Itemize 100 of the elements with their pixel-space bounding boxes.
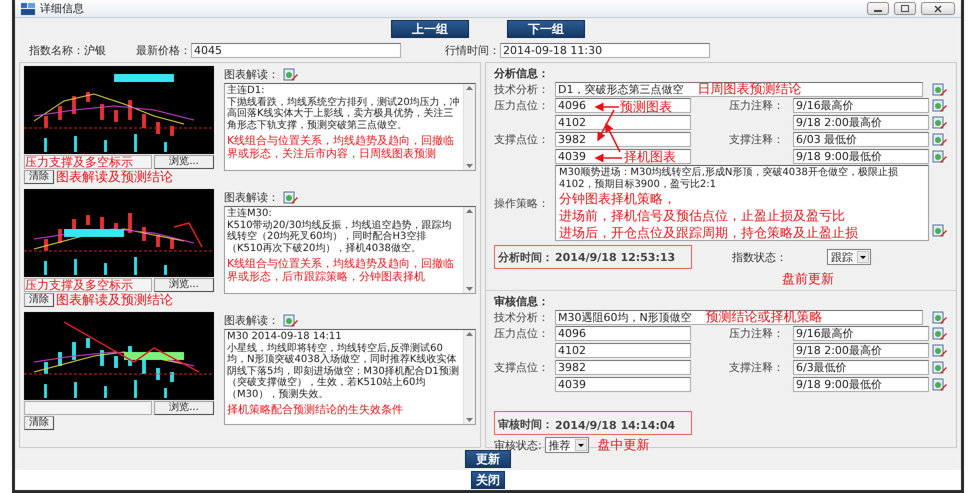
edit-icon[interactable]	[283, 190, 298, 204]
browse-button[interactable]: 浏览...	[154, 155, 214, 169]
edit-icon[interactable]	[932, 132, 947, 146]
field-label: 压力点位：	[494, 326, 550, 341]
file-path-field[interactable]	[24, 401, 152, 415]
comment-field[interactable]: 9/16最高价	[793, 326, 929, 341]
edit-icon[interactable]	[932, 310, 947, 324]
price-level-field[interactable]: 3982	[555, 132, 691, 147]
scroll-up-icon[interactable]	[466, 86, 473, 90]
price-level-field[interactable]: 4039	[555, 377, 691, 392]
price-level-field[interactable]: 4102	[555, 115, 691, 130]
section-title: 分析信息：	[494, 66, 550, 81]
annotation: 进场前，择机信号及预估点位，止盈止损及盈亏比	[559, 209, 846, 224]
clear-button[interactable]: 清除	[24, 293, 54, 307]
price-level-field[interactable]: 3982	[555, 360, 691, 375]
field-label: 支撑注释：	[729, 132, 785, 147]
annotation: 预测结论或择机策略	[706, 311, 823, 324]
edit-icon[interactable]	[932, 344, 947, 358]
clear-button[interactable]: 清除	[24, 170, 54, 184]
time-value: 2014/9/18 14:14:04	[555, 419, 676, 432]
edit-icon[interactable]	[932, 98, 947, 112]
edit-icon[interactable]	[932, 360, 947, 374]
scrollbar[interactable]	[463, 84, 475, 170]
close-button[interactable]	[921, 2, 955, 15]
time-label: 分析时间：	[498, 250, 553, 264]
nav-button[interactable]: 上一组	[391, 20, 469, 38]
field-label: 支撑注释：	[729, 360, 785, 375]
market-time-field[interactable]: 2014-09-18 11:30	[500, 42, 710, 58]
edit-icon[interactable]	[932, 150, 947, 164]
scroll-down-icon[interactable]	[466, 164, 473, 168]
edit-icon[interactable]	[932, 326, 947, 340]
annotation: 择机策略配合预测结论的生失效条件	[227, 403, 404, 416]
field-label: 技术分析：	[494, 310, 550, 325]
annotation: K线组合与位置关系，均线趋势及趋向，回撤临界或形态，关注后市内容，日周线图表预测	[227, 134, 456, 160]
annotation: K线组合与位置关系，均线趋势及趋向，回撤临界或形态，后市跟踪策略，分钟图表择机	[227, 257, 456, 283]
time-label: 审核时间：	[498, 417, 553, 432]
price-label: 最新价格：	[136, 42, 191, 58]
comment-field[interactable]: 6/3最低价	[793, 360, 929, 375]
price-level-field[interactable]: 4096	[555, 326, 691, 341]
status-select[interactable]: 跟踪	[827, 249, 871, 265]
strategy-text-area[interactable]: M30顺势进场：M30均线转空后,形成N形顶，突破4038开仓做空，极限止损4102，预期目标3900，盈亏比2:1 分钟图表择机策略， 进场前，择机信号及预估点位，止盈止损及盈亏比 进场后，开仓点位及跟踪周期，持仓策略及止盈止损	[555, 165, 929, 241]
chart-notes-label: 图表解读：	[224, 67, 279, 82]
field-label: 支撑点位：	[494, 360, 550, 375]
file-path-field[interactable]: 压力支撑及多空标示	[24, 155, 152, 169]
chart-notes-text-area[interactable]: 主连M30: K510带动20/30均线反振，均线追空趋势，跟踪均线转空（20均死叉60均），同时配合H3空排（K510再次下破20均），择机4038做空。 K线组合与位置关系，均线趋势及趋向，回撤临界或形态，后市跟踪策略，分钟图表择机	[224, 206, 476, 294]
annotation: 图表解读及预测结论	[56, 169, 173, 186]
index-name-label: 指数名称：	[29, 42, 84, 58]
nav-button[interactable]: 下一组	[507, 20, 585, 38]
comment-field[interactable]: 9/18 9:00最低价	[793, 377, 929, 392]
update-button[interactable]: 更新	[465, 450, 511, 468]
chart-notes-label: 图表解读：	[224, 313, 279, 328]
scroll-up-icon[interactable]	[466, 332, 473, 336]
comment-field[interactable]: 9/18 2:00最高价	[793, 115, 929, 130]
chart-notes-text: 主连D1: 下抛线看跌，均线系统空方排列，测试20均压力，冲高回落K线实体大于上影线，卖方极具优势，关注三角形态下轨支撑，预测突破第三点做空。	[227, 85, 461, 131]
edit-icon[interactable]	[932, 82, 947, 96]
annotation: 盘中更新	[598, 437, 650, 454]
edit-icon[interactable]	[932, 224, 947, 238]
maximize-icon	[901, 5, 909, 12]
browse-button[interactable]: 浏览...	[154, 401, 214, 415]
minimize-button[interactable]	[867, 2, 889, 15]
annotation: 择机图表	[624, 149, 676, 166]
edit-icon[interactable]	[932, 116, 947, 130]
strategy-text: M30顺势进场：M30均线转空后,形成N形顶，突破4038开仓做空，极限止损4102，预期目标3900，盈亏比2:1	[559, 167, 899, 190]
edit-icon[interactable]	[283, 68, 298, 82]
annotation: 盘前更新	[782, 271, 835, 288]
scroll-up-icon[interactable]	[466, 209, 473, 213]
chart-notes-text-area[interactable]: 主连D1: 下抛线看跌，均线系统空方排列，测试20均压力，冲高回落K线实体大于上影线，卖方极具优势，关注三角形态下轨支撑，预测突破第三点做空。 K线组合与位置关系，均线趋势及趋向，回撤临界或形态，关注后市内容，日周线图表预测	[224, 83, 476, 171]
price-level-field[interactable]: 4102	[555, 343, 691, 358]
annotation: 预测图表	[620, 99, 672, 116]
field-label: 压力注释：	[729, 326, 785, 341]
status-select[interactable]: 推荐	[544, 437, 589, 453]
status-label: 指数状态：	[732, 250, 787, 264]
price-field[interactable]: 4045	[191, 42, 401, 58]
scrollbar[interactable]	[463, 330, 475, 424]
section-title: 审核信息：	[494, 294, 550, 309]
field-label: 支撑点位：	[494, 132, 550, 147]
chart-notes-text: 主连M30: K510带动20/30均线反振，均线追空趋势，跟踪均线转空（20均死叉60均），同时配合H3空排（K510再次下破20均），择机4038做空。	[227, 208, 452, 254]
browse-button[interactable]: 浏览...	[154, 278, 214, 292]
window-icon	[21, 2, 35, 14]
chart-notes-text-area[interactable]: M30 2014-09-18 14:11 小星线，均线即将转空，均线转空后,反弹测试60均，N形顶突破4038入场做空，同时推荐K线收实体阴线下落5均，即刻进场做空；M30择机配合D1预测（突破支撑做空），生效，若K510站上60均（M30），预测失效。 择机策略配合预测结论的生失效条件	[224, 329, 476, 425]
technical-analysis-field[interactable]: M30遇阻60均，N形顶做空 预测结论或择机策略	[555, 310, 923, 325]
comment-field[interactable]: 9/18 9:00最低价	[793, 149, 929, 164]
file-path-field[interactable]: 压力支撑及多空标示	[24, 278, 152, 292]
scroll-down-icon[interactable]	[466, 287, 473, 291]
edit-icon[interactable]	[932, 378, 947, 392]
comment-field[interactable]: 9/18 2:00最高价	[793, 343, 929, 358]
comment-field[interactable]: 9/16最高价	[793, 98, 929, 113]
field-label: 操作策略：	[494, 196, 550, 210]
comment-field[interactable]: 6/03 最低价	[793, 132, 929, 147]
annotation: 进场后，开仓点位及跟踪周期，持仓策略及止盈止损	[559, 226, 859, 241]
close-dialog-button[interactable]: 关闭	[471, 471, 505, 489]
annotation: 分钟图表择机策略，	[559, 192, 677, 207]
maximize-button[interactable]	[894, 2, 916, 15]
edit-icon[interactable]	[283, 314, 298, 328]
clear-button[interactable]: 清除	[24, 416, 54, 430]
scrollbar[interactable]	[463, 207, 475, 293]
scroll-down-icon[interactable]	[466, 418, 473, 422]
chart-notes-label: 图表解读：	[224, 190, 279, 205]
field-label: 压力注释：	[729, 98, 785, 113]
technical-analysis-field[interactable]: D1，突破形态第三点做空 日周图表预测结论	[555, 82, 923, 97]
